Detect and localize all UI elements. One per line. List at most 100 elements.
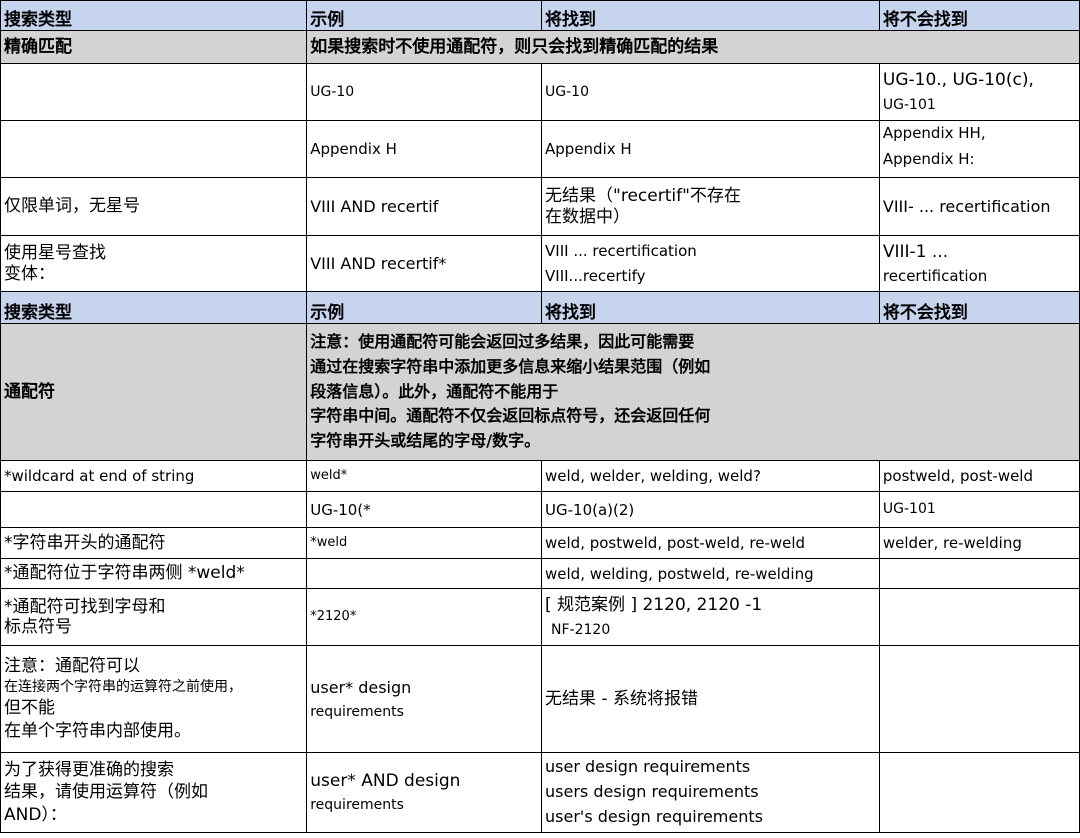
example-cell: Appendix H: [306, 120, 543, 178]
not-found-cell: [878, 645, 1080, 753]
example-line: requirements: [310, 796, 404, 813]
table-row: 为了获得更准确的搜索 结果，请使用运算符（例如 AND）： user* AND …: [0, 752, 1080, 833]
finds-cell: weld, welder, welding, weld?: [541, 460, 880, 492]
example-cell: user* AND design requirements: [306, 752, 543, 833]
not-found-line: Appendix HH,: [882, 124, 986, 142]
example-cell: UG-10(*: [306, 491, 543, 528]
example-cell: *2120*: [306, 588, 543, 646]
header-example: 示例: [306, 291, 543, 324]
header-example: 示例: [306, 0, 543, 31]
wildcard-note-line: 段落信息）。此外，通配符不能用于: [310, 381, 559, 401]
finds-line: users design requirements: [545, 782, 759, 802]
type-line: *通配符可找到字母和: [4, 596, 166, 617]
type-cell: [0, 63, 308, 121]
finds-cell: UG-10(a)(2): [541, 491, 880, 528]
example-cell: VIII AND recertif*: [306, 235, 543, 292]
table-row: *wildcard at end of string weld* weld, w…: [0, 460, 1080, 492]
type-cell: *wildcard at end of string: [0, 460, 308, 492]
not-found-cell: [878, 558, 1080, 589]
table-row: *通配符位于字符串两侧 *weld* weld, welding, postwe…: [0, 558, 1080, 589]
wildcard-note-line: 通过在搜索字符串中添加更多信息来缩小结果范围（例如: [310, 356, 711, 376]
not-found-cell: UG-101: [878, 491, 1080, 528]
table-row: *字符串开头的通配符 *weld weld, postweld, post-we…: [0, 527, 1080, 559]
type-cell: *通配符可找到字母和 标点符号: [0, 588, 308, 646]
table-row: UG-10 UG-10 UG-10., UG-10(c), UG-101: [0, 63, 1080, 121]
type-line: 但不能: [4, 697, 55, 718]
finds-cell: 无结果 - 系统将报错: [541, 645, 880, 753]
not-found-cell: [878, 752, 1080, 833]
wildcard-note-line: 注意：使用通配符可能会返回过多结果，因此可能需要: [310, 332, 695, 351]
finds-line: user's design requirements: [545, 806, 763, 826]
header-will-not-find: 将不会找到: [878, 0, 1080, 31]
finds-line: VIII ... recertification: [545, 241, 697, 260]
finds-line: user design requirements: [545, 757, 751, 777]
finds-cell: [ 规范案例 ] 2120, 2120 -1 NF-2120: [541, 588, 880, 646]
example-line: requirements: [310, 703, 404, 720]
wildcard-note-line: 字符串中间。通配符不仅会返回标点符号，还会返回任何: [310, 406, 711, 426]
exact-match-label: 精确匹配: [0, 30, 308, 64]
header-will-not-find: 将不会找到: [878, 291, 1080, 324]
header-will-find: 将找到: [541, 291, 880, 324]
type-line: 在单个字符串内部使用。: [4, 720, 191, 741]
not-found-cell: VIII- ... recertification: [878, 177, 1080, 236]
finds-cell: UG-10: [541, 63, 880, 121]
finds-line: 在数据中）: [545, 206, 631, 227]
type-line: 使用星号查找: [4, 243, 106, 264]
finds-line: 无结果（"recertif"不存在: [545, 186, 741, 207]
not-found-line: Appendix H:: [882, 149, 975, 168]
table-row: UG-10(* UG-10(a)(2) UG-101: [0, 491, 1080, 528]
finds-cell: Appendix H: [541, 120, 880, 178]
finds-cell: weld, postweld, post-weld, re-weld: [541, 527, 880, 559]
not-found-line: VIII-1 ...: [882, 242, 949, 263]
type-cell: 注意：通配符可以 在连接两个字符串的运算符之前使用， 但不能 在单个字符串内部使…: [0, 645, 308, 753]
example-cell: *weld: [306, 527, 543, 559]
table-row: 仅限单词，无星号 VIII AND recertif 无结果（"recertif…: [0, 177, 1080, 236]
type-cell: *字符串开头的通配符: [0, 527, 308, 559]
exact-match-note: 如果搜索时不使用通配符，则只会找到精确匹配的结果: [306, 30, 1080, 64]
finds-line: VIII...recertify: [545, 266, 646, 285]
table-header-row: 搜索类型 示例 将找到 将不会找到: [0, 291, 1080, 324]
header-search-type: 搜索类型: [0, 0, 308, 31]
header-search-type: 搜索类型: [0, 291, 308, 324]
finds-cell: 无结果（"recertif"不存在 在数据中）: [541, 177, 880, 236]
table-header-row: 搜索类型 示例 将找到 将不会找到: [0, 0, 1080, 31]
example-cell: user* design requirements: [306, 645, 543, 753]
example-cell: VIII AND recertif: [306, 177, 543, 236]
not-found-cell: [878, 588, 1080, 646]
table-row: Appendix H Appendix H Appendix HH, Appen…: [0, 120, 1080, 178]
type-line: 为了获得更准确的搜索: [4, 760, 174, 781]
finds-cell: user design requirements users design re…: [541, 752, 880, 833]
table-row: *通配符可找到字母和 标点符号 *2120* [ 规范案例 ] 2120, 21…: [0, 588, 1080, 646]
wildcard-label: 通配符: [0, 323, 308, 461]
type-cell: [0, 120, 308, 178]
type-cell: [0, 491, 308, 528]
not-found-cell: UG-10., UG-10(c), UG-101: [878, 63, 1080, 121]
example-cell: weld*: [306, 460, 543, 492]
type-cell: 为了获得更准确的搜索 结果，请使用运算符（例如 AND）：: [0, 752, 308, 833]
table-row: 注意：通配符可以 在连接两个字符串的运算符之前使用， 但不能 在单个字符串内部使…: [0, 645, 1080, 753]
type-line: AND）：: [4, 804, 67, 825]
wildcard-section-row: 通配符 注意：使用通配符可能会返回过多结果，因此可能需要 通过在搜索字符串中添加…: [0, 323, 1080, 461]
not-found-cell: VIII-1 ... recertification: [878, 235, 1080, 292]
not-found-cell: Appendix HH, Appendix H:: [878, 120, 1080, 178]
type-line: 在连接两个字符串的运算符之前使用，: [4, 679, 242, 696]
wildcard-note-line: 字符串开头或结尾的字母/数字。: [310, 431, 541, 451]
type-line: 注意：通配符可以: [4, 656, 140, 677]
not-found-cell: postweld, post-weld: [878, 460, 1080, 492]
exact-match-section-row: 精确匹配 如果搜索时不使用通配符，则只会找到精确匹配的结果: [0, 30, 1080, 64]
search-types-table: 搜索类型 示例 将找到 将不会找到 精确匹配 如果搜索时不使用通配符，则只会找到…: [0, 0, 1080, 833]
example-cell: UG-10: [306, 63, 543, 121]
example-cell: [306, 558, 543, 589]
type-cell: 仅限单词，无星号: [0, 177, 308, 236]
finds-line: NF-2120: [551, 621, 611, 638]
example-line: user* design: [310, 678, 412, 697]
table-row: 使用星号查找 变体： VIII AND recertif* VIII ... r…: [0, 235, 1080, 292]
finds-line: [ 规范案例 ] 2120, 2120 -1: [545, 595, 763, 616]
type-cell: 使用星号查找 变体：: [0, 235, 308, 292]
not-found-line: UG-101: [882, 96, 936, 113]
not-found-cell: welder, re-welding: [878, 527, 1080, 559]
finds-cell: weld, welding, postweld, re-welding: [541, 558, 880, 589]
type-cell: *通配符位于字符串两侧 *weld*: [0, 558, 308, 589]
type-line: 变体：: [4, 263, 55, 284]
not-found-line: recertification: [882, 266, 988, 285]
